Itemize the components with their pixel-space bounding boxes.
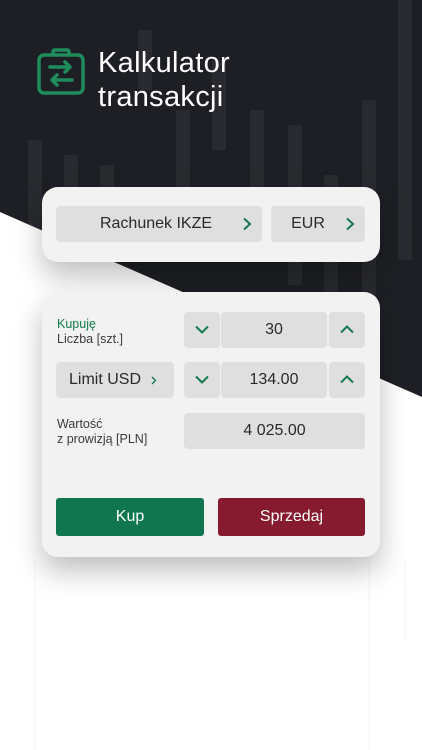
- chevron-right-icon: [232, 217, 262, 231]
- value-label: Wartość z prowizją [PLN]: [57, 417, 147, 447]
- quantity-unit-label: Liczba [szt.]: [57, 332, 123, 346]
- quantity-input[interactable]: 30: [221, 312, 327, 348]
- sell-button[interactable]: Sprzedaj: [218, 498, 365, 536]
- account-selector[interactable]: Rachunek IKZE: [56, 206, 262, 242]
- order-type-selector[interactable]: Limit USD: [56, 362, 174, 398]
- briefcase-exchange-icon: [36, 46, 86, 96]
- account-card: Rachunek IKZE EUR: [42, 187, 380, 262]
- quantity-increase-button[interactable]: [329, 312, 365, 348]
- page-title: Kalkulator transakcji: [98, 46, 230, 114]
- price-increase-button[interactable]: [329, 362, 365, 398]
- order-type-label: Limit USD: [69, 371, 142, 388]
- title-line-2: transakcji: [98, 81, 224, 113]
- quantity-decrease-button[interactable]: [184, 312, 220, 348]
- chevron-down-icon: [195, 321, 209, 339]
- title-line-1: Kalkulator: [98, 47, 230, 79]
- total-value-field: 4 025.00: [184, 413, 365, 449]
- account-name: Rachunek IKZE: [99, 215, 213, 232]
- price-decrease-button[interactable]: [184, 362, 220, 398]
- chevron-up-icon: [340, 321, 354, 339]
- buy-button[interactable]: Kup: [56, 498, 204, 536]
- page-header: Kalkulator transakcji: [36, 46, 230, 114]
- light-chart-background: [0, 560, 422, 750]
- chevron-down-icon: [195, 371, 209, 389]
- order-card: Kupuję Liczba [szt.] 30 Limit USD 134.00…: [42, 292, 380, 557]
- value-label-line-2: z prowizją [PLN]: [57, 432, 148, 446]
- chevron-up-icon: [340, 371, 354, 389]
- currency-code: EUR: [291, 215, 325, 232]
- value-label-line-1: Wartość: [57, 417, 103, 431]
- currency-selector[interactable]: EUR: [271, 206, 365, 242]
- side-label: Kupuję: [57, 317, 96, 331]
- quantity-label: Kupuję Liczba [szt.]: [57, 317, 123, 347]
- chevron-right-icon: [151, 376, 157, 385]
- chevron-right-icon: [335, 217, 365, 231]
- price-input[interactable]: 134.00: [221, 362, 327, 398]
